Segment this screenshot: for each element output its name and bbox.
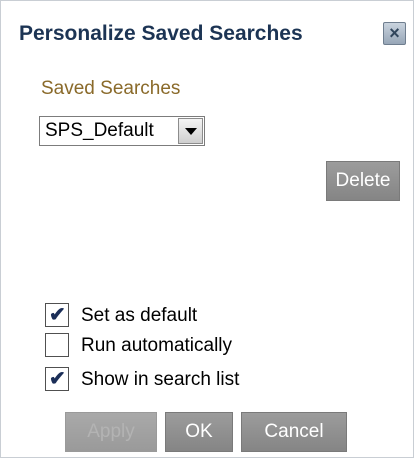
cancel-button[interactable]: Cancel: [241, 412, 347, 452]
saved-search-selected-value: SPS_Default: [45, 120, 154, 141]
personalize-dialog: Personalize Saved Searches × Saved Searc…: [0, 0, 414, 458]
saved-search-select[interactable]: SPS_Default: [39, 116, 205, 146]
apply-button[interactable]: Apply: [65, 412, 157, 452]
saved-searches-label: Saved Searches: [41, 78, 181, 99]
show-in-search-list-checkbox[interactable]: ✔: [45, 367, 69, 391]
dropdown-arrow-button[interactable]: [178, 118, 203, 144]
dialog-title: Personalize Saved Searches: [19, 22, 303, 45]
run-automatically-label: Run automatically: [81, 335, 233, 356]
delete-button[interactable]: Delete: [326, 161, 400, 201]
run-automatically-checkbox[interactable]: [45, 333, 69, 357]
show-in-search-list-label: Show in search list: [81, 369, 240, 390]
checkmark-icon: ✔: [49, 368, 66, 390]
set-as-default-checkbox[interactable]: ✔: [45, 303, 69, 327]
chevron-down-icon: [185, 128, 197, 135]
ok-button[interactable]: OK: [165, 412, 233, 452]
close-icon[interactable]: ×: [383, 22, 406, 45]
checkmark-icon: ✔: [49, 304, 66, 326]
set-as-default-label: Set as default: [81, 305, 198, 326]
